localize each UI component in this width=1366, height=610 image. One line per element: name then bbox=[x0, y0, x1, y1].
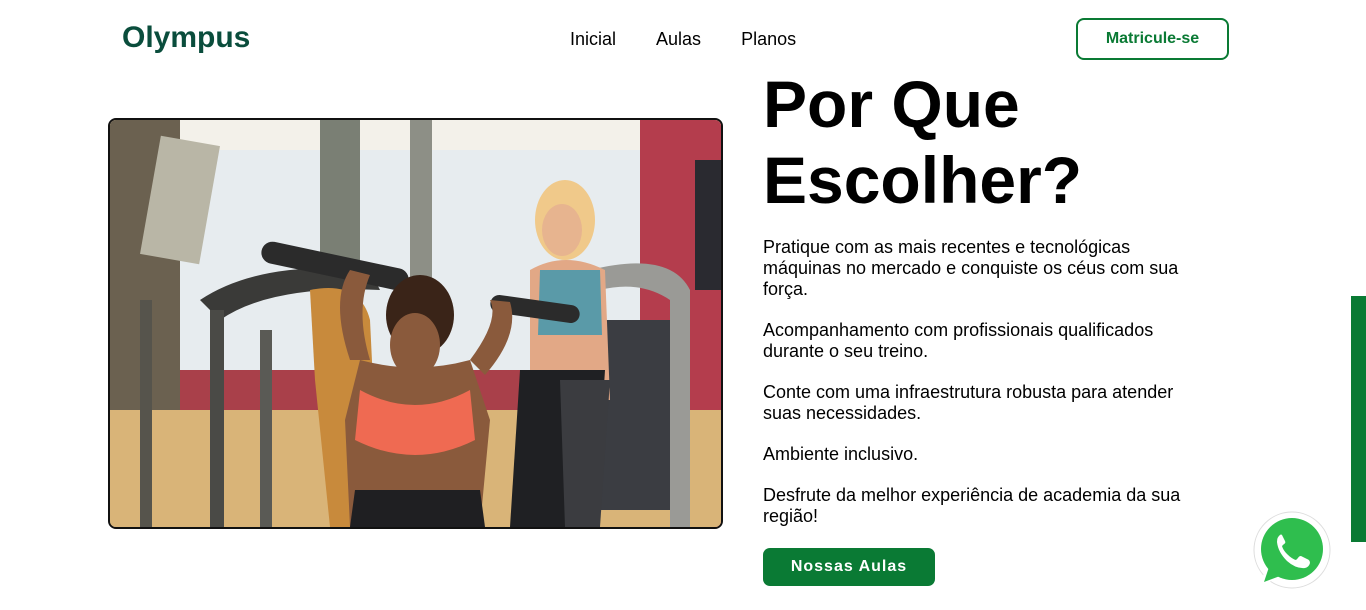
feature-text: Acompanhamento com profissionais qualifi… bbox=[763, 320, 1154, 361]
main-nav: Inicial Aulas Planos bbox=[570, 28, 796, 50]
nossas-aulas-button[interactable]: Nossas Aulas bbox=[763, 548, 935, 586]
page-title: Por Que Escolher? bbox=[763, 67, 1083, 217]
whatsapp-icon[interactable] bbox=[1250, 510, 1332, 592]
nav-item-planos[interactable]: Planos bbox=[741, 28, 796, 50]
gym-photo bbox=[108, 118, 723, 529]
feature-text: Desfrute da melhor experiência de academ… bbox=[763, 485, 1181, 526]
feature-text: Ambiente inclusivo. bbox=[763, 444, 919, 464]
feature-text: Pratique com as mais recentes e tecnológ… bbox=[763, 237, 1179, 299]
nav-item-inicial[interactable]: Inicial bbox=[570, 28, 616, 50]
logo[interactable]: Olympus bbox=[122, 20, 250, 56]
side-accent-bar bbox=[1351, 296, 1366, 542]
feature-text: Conte com uma infraestrutura robusta par… bbox=[763, 382, 1174, 423]
features-list: Pratique com as mais recentes e tecnológ… bbox=[763, 237, 1193, 547]
nav-item-aulas[interactable]: Aulas bbox=[656, 28, 701, 50]
matricule-se-button[interactable]: Matricule-se bbox=[1076, 18, 1229, 60]
